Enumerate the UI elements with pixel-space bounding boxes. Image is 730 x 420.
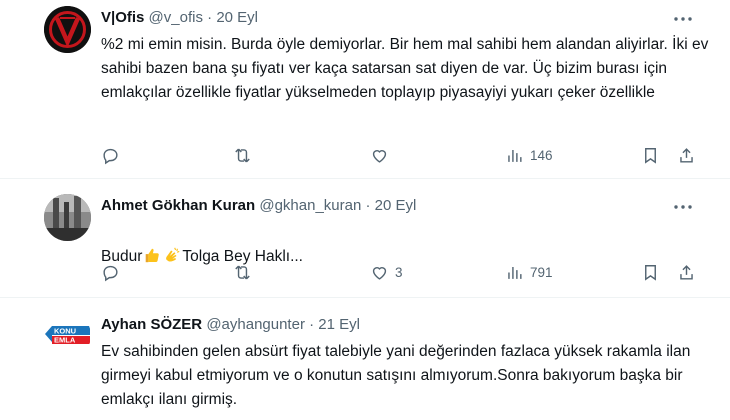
more-icon[interactable] bbox=[672, 197, 694, 217]
vofis-logo bbox=[44, 6, 91, 53]
retweet-button[interactable] bbox=[233, 143, 258, 167]
retweet-icon bbox=[235, 148, 250, 162]
tweet-date[interactable]: 20 Eyl bbox=[216, 9, 258, 26]
bookmark-icon bbox=[645, 264, 656, 281]
tweet-header: Ahmet Gökhan Kuran @gkhan_kuran · 20 Eyl bbox=[101, 196, 416, 216]
view-count: 791 bbox=[530, 264, 553, 280]
avatar[interactable] bbox=[44, 6, 91, 53]
svg-text:KONU: KONU bbox=[54, 327, 76, 336]
view-count: 146 bbox=[530, 147, 553, 163]
tweet-2[interactable]: Ahmet Gökhan Kuran @gkhan_kuran · 20 Eyl… bbox=[0, 179, 730, 297]
like-count: 3 bbox=[395, 264, 403, 280]
like-button[interactable]: 3 bbox=[370, 260, 403, 284]
reply-button[interactable] bbox=[101, 143, 126, 167]
retweet-button[interactable] bbox=[233, 260, 258, 284]
bookmark-button[interactable] bbox=[641, 143, 660, 167]
tweet-actions: 146 bbox=[101, 143, 701, 167]
tweet-text: %2 mi emin misin. Burda öyle demiyorlar.… bbox=[101, 36, 709, 101]
like-icon bbox=[372, 266, 387, 280]
author-name[interactable]: V|Ofis bbox=[101, 9, 144, 26]
views-icon bbox=[508, 266, 522, 279]
like-icon bbox=[372, 149, 387, 163]
tweet-3[interactable]: KONU EMLA Ayhan SÖZER @ayhangunter · 21 … bbox=[0, 298, 730, 420]
views-icon bbox=[508, 149, 522, 162]
tweet-feed: V|Ofis @v_ofis · 20 Eyl %2 mi emin misin… bbox=[0, 0, 730, 420]
bookmark-icon bbox=[645, 147, 656, 164]
tweet-header: Ayhan SÖZER @ayhangunter · 21 Eyl bbox=[101, 315, 360, 335]
tweet-1[interactable]: V|Ofis @v_ofis · 20 Eyl %2 mi emin misin… bbox=[0, 0, 730, 178]
separator: · bbox=[365, 197, 371, 214]
author-name[interactable]: Ayhan SÖZER bbox=[101, 316, 202, 333]
tweet-date[interactable]: 21 Eyl bbox=[318, 316, 360, 333]
reply-button[interactable] bbox=[101, 260, 126, 284]
retweet-icon bbox=[235, 265, 250, 279]
bookmark-button[interactable] bbox=[641, 260, 660, 284]
svg-text:EMLA: EMLA bbox=[54, 336, 76, 345]
author-handle[interactable]: @gkhan_kuran bbox=[259, 197, 361, 214]
author-name[interactable]: Ahmet Gökhan Kuran bbox=[101, 197, 255, 214]
share-button[interactable] bbox=[677, 260, 696, 284]
like-button[interactable] bbox=[370, 143, 395, 167]
reply-icon bbox=[103, 265, 118, 281]
avatar[interactable]: KONU EMLA bbox=[44, 312, 91, 359]
reply-icon bbox=[103, 148, 118, 164]
author-handle[interactable]: @ayhangunter bbox=[206, 316, 305, 333]
tweet-actions: 3 791 bbox=[101, 260, 701, 284]
share-icon bbox=[680, 264, 693, 280]
views-button[interactable]: 791 bbox=[505, 260, 553, 284]
tweet-text: Ev sahibinden gelen absürt fiyat talebiy… bbox=[101, 343, 691, 408]
views-button[interactable]: 146 bbox=[505, 143, 553, 167]
more-icon[interactable] bbox=[672, 9, 694, 29]
author-handle[interactable]: @v_ofis bbox=[149, 9, 203, 26]
tweet-date[interactable]: 20 Eyl bbox=[375, 197, 417, 214]
separator: · bbox=[309, 316, 315, 333]
avatar-photo bbox=[44, 194, 91, 241]
share-icon bbox=[680, 147, 693, 163]
share-button[interactable] bbox=[677, 143, 696, 167]
separator: · bbox=[207, 9, 213, 26]
avatar[interactable] bbox=[44, 194, 91, 241]
konut-emlak-logo: KONU EMLA bbox=[44, 312, 91, 359]
tweet-header: V|Ofis @v_ofis · 20 Eyl bbox=[101, 8, 258, 28]
